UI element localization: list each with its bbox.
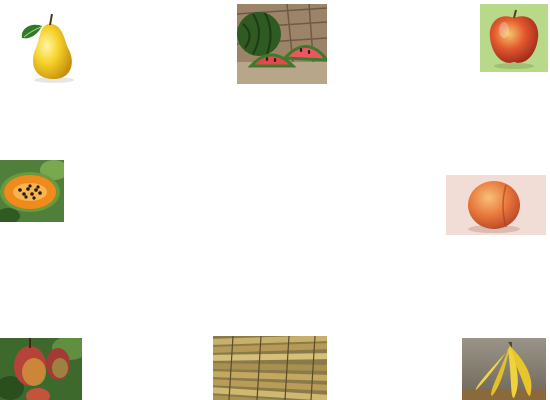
- banana-icon: [462, 338, 546, 400]
- papaya-image[interactable]: [0, 160, 64, 222]
- papaya-icon: [0, 160, 64, 222]
- apple-image[interactable]: [480, 4, 548, 72]
- sugarcane-icon: [213, 336, 327, 400]
- apple-icon: [480, 4, 548, 72]
- banana-image[interactable]: [462, 338, 546, 400]
- peach-image[interactable]: [446, 175, 546, 235]
- pear-icon: [10, 8, 90, 84]
- peach-icon: [446, 175, 546, 235]
- mango-image[interactable]: [0, 338, 82, 400]
- watermelon-image[interactable]: [237, 4, 327, 84]
- mango-icon: [0, 338, 82, 400]
- watermelon-icon: [237, 4, 327, 84]
- sugarcane-image[interactable]: [213, 336, 327, 400]
- pear-image[interactable]: [10, 8, 90, 84]
